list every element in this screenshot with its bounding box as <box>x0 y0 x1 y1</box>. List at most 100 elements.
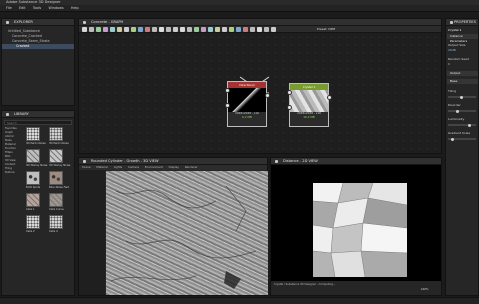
view3d-surface-cracks <box>110 185 257 289</box>
node-port[interactable] <box>265 93 270 98</box>
toolbar-icon[interactable] <box>222 27 227 32</box>
properties-section[interactable]: Output <box>447 71 478 76</box>
toolbar-icon[interactable] <box>229 27 234 32</box>
view3d-menu-item[interactable]: Material <box>96 165 107 169</box>
prop-slider-knob[interactable] <box>460 95 463 99</box>
node-crystal-preview <box>290 90 328 112</box>
toolbar-icon[interactable] <box>243 27 248 32</box>
toolbar-icon[interactable] <box>271 27 276 32</box>
graph-toolbar: Preset: DPM <box>79 26 441 33</box>
explorer-item-selected[interactable]: Cracked <box>2 44 74 49</box>
prop-label: Output Size <box>448 43 466 47</box>
node-port[interactable] <box>287 90 292 95</box>
toolbar-icon[interactable] <box>96 27 101 32</box>
view3d-panel: Rounded Cylinder - Growth - 3D VIEW Scen… <box>78 157 268 296</box>
menu-windows[interactable]: Windows <box>48 5 63 12</box>
prop-slider[interactable] <box>448 124 476 126</box>
menu-edit[interactable]: Edit <box>19 5 26 12</box>
library-thumbnail[interactable] <box>49 127 63 141</box>
toolbar-icon[interactable] <box>82 27 87 32</box>
properties-panel: PROPERTIES Crystal 1 Instance Parameters… <box>445 18 479 296</box>
prop-slider-knob[interactable] <box>451 137 454 141</box>
node-port[interactable] <box>327 95 332 100</box>
toolbar-icon[interactable] <box>89 27 94 32</box>
library-search[interactable]: Search <box>4 120 72 125</box>
toolbar-icon[interactable] <box>159 27 164 32</box>
toolbar-icon[interactable] <box>138 27 143 32</box>
toolbar-icon[interactable] <box>250 27 255 32</box>
explorer-panel: EXPLORER Untitled_Substance Concrete_Cra… <box>1 18 75 106</box>
prop-value[interactable]: 0 <box>448 62 450 66</box>
node-directional[interactable]: Directional 2048x2048 - L16 6.2 MB <box>227 81 267 127</box>
toolbar-icon[interactable] <box>103 27 108 32</box>
toolbar-icon[interactable] <box>264 27 269 32</box>
view3d-menu-item[interactable]: Display <box>169 165 179 169</box>
library-panel: LIBRARY Search Favorites Graph Atomic No… <box>1 110 75 296</box>
library-thumbnail[interactable] <box>49 149 63 163</box>
toolbar-icon[interactable] <box>257 27 262 32</box>
toolbar-icon[interactable] <box>117 27 122 32</box>
view3d-menu-item[interactable]: Scene <box>82 165 91 169</box>
node-port[interactable] <box>225 103 230 108</box>
library-thumbnail[interactable] <box>49 171 63 185</box>
toolbar-icon[interactable] <box>173 27 178 32</box>
prop-slider[interactable] <box>448 110 476 112</box>
library-thumbnail-label: 3D Perlin Noise <box>26 142 46 145</box>
view3d-menu: Scene Material Lights Camera Environment… <box>79 165 267 170</box>
view3d-menu-item[interactable]: Renderer <box>185 165 198 169</box>
toolbar-icon[interactable] <box>201 27 206 32</box>
properties-section[interactable]: Base <box>447 79 478 84</box>
toolbar-icon[interactable] <box>187 27 192 32</box>
library-category[interactable]: Texture <box>4 171 26 175</box>
library-thumbnail[interactable] <box>26 171 40 185</box>
toolbar-icon[interactable] <box>166 27 171 32</box>
library-thumbnail[interactable] <box>49 215 63 229</box>
view3d-menu-item[interactable]: Lights <box>114 165 122 169</box>
view2d-canvas[interactable] <box>271 165 441 281</box>
view3d-icon <box>83 160 86 163</box>
graph-canvas[interactable]: Directional 2048x2048 - L16 6.2 MB Cryst… <box>79 33 441 153</box>
graph-tab[interactable]: Concrete - GRAPH <box>79 19 441 26</box>
view3d-menu-item[interactable]: Camera <box>128 165 139 169</box>
library-thumbnail[interactable] <box>49 193 63 207</box>
library-thumbnail-label: 3D Perlin Noise <box>49 142 69 145</box>
prop-slider-knob[interactable] <box>468 123 471 127</box>
toolbar-icon[interactable] <box>208 27 213 32</box>
library-categories: Favorites Graph Atomic Node Material Fun… <box>4 127 26 175</box>
graph-icon <box>83 21 86 24</box>
menu-file[interactable]: File <box>6 5 12 12</box>
toolbar-icon[interactable] <box>236 27 241 32</box>
node-crystal-size: 16.4 MB <box>303 114 315 119</box>
library-icon <box>6 113 9 116</box>
node-crystal[interactable]: Crystal 1 2048x2048 - L16 16.4 MB <box>289 83 329 127</box>
library-thumbnail[interactable] <box>26 127 40 141</box>
toolbar-icon[interactable] <box>194 27 199 32</box>
library-thumbnail[interactable] <box>26 215 40 229</box>
toolbar-icon[interactable] <box>145 27 150 32</box>
view3d-viewport[interactable] <box>106 171 268 295</box>
menu-help[interactable]: Help <box>71 5 79 12</box>
view3d-tab[interactable]: Rounded Cylinder - Growth - 3D VIEW <box>79 158 267 165</box>
toolbar-icon[interactable] <box>215 27 220 32</box>
view2d-status: Crystal / Substance 3D Designer - Comput… <box>274 283 336 286</box>
view3d-menu-item[interactable]: Environment <box>145 165 163 169</box>
menu-tools[interactable]: Tools <box>33 5 41 12</box>
graph-zoom-label[interactable]: Preset: DPM <box>317 27 335 31</box>
prop-value[interactable]: 2048 <box>448 48 456 52</box>
prop-slider-knob[interactable] <box>456 109 459 113</box>
toolbar-icon[interactable] <box>180 27 185 32</box>
properties-section[interactable]: Instance Parameters <box>447 34 478 43</box>
toolbar-icon[interactable] <box>110 27 115 32</box>
toolbar-icon[interactable] <box>131 27 136 32</box>
node-port[interactable] <box>287 105 292 110</box>
library-thumbnail[interactable] <box>26 149 40 163</box>
node-port[interactable] <box>225 88 230 93</box>
view2d-zoom[interactable]: 100% <box>421 288 428 291</box>
view2d-tab[interactable]: Distance - 2D VIEW <box>271 158 441 165</box>
toolbar-icon[interactable] <box>152 27 157 32</box>
library-thumbnail-label: Cells 2 <box>26 230 35 233</box>
menu-bar: File Edit Tools Windows Help <box>0 5 479 12</box>
view2d-texture <box>313 183 407 277</box>
library-thumbnail[interactable] <box>26 193 40 207</box>
toolbar-icon[interactable] <box>124 27 129 32</box>
